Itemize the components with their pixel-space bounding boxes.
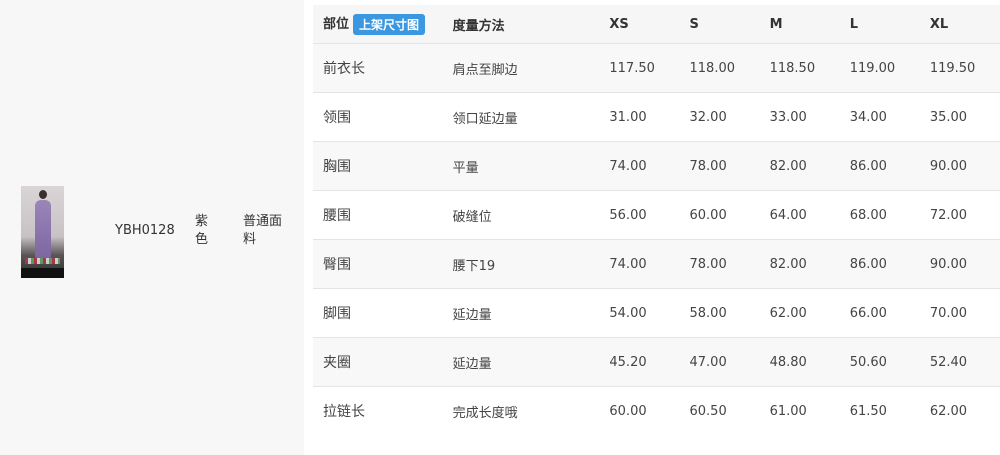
size-value-cell: 52.40: [919, 337, 1000, 387]
method-cell: 腰下19: [442, 239, 600, 289]
size-value-cell: 90.00: [919, 239, 1000, 289]
size-value-cell: 117.50: [599, 43, 680, 93]
size-value-cell: 60.00: [599, 386, 680, 435]
header-size-xl: XL: [919, 5, 1000, 44]
size-value-cell: 74.00: [599, 239, 680, 289]
part-cell: 夹圈: [313, 337, 443, 387]
size-value-cell: 45.20: [599, 337, 680, 387]
size-value-cell: 58.00: [679, 288, 760, 338]
part-cell: 臀围: [313, 239, 443, 289]
model-head: [39, 190, 47, 199]
size-value-cell: 86.00: [839, 239, 920, 289]
size-value-cell: 62.00: [919, 386, 1000, 435]
part-cell: 领围: [313, 92, 443, 142]
table-row: 前衣长 肩点至脚边 117.50 118.00 118.50 119.00 119.50: [313, 43, 1000, 93]
size-value-cell: 47.00: [679, 337, 760, 387]
method-cell: 肩点至脚边: [442, 43, 600, 93]
size-value-cell: 74.00: [599, 141, 680, 191]
size-value-cell: 78.00: [679, 239, 760, 289]
product-code: YBH0128: [115, 223, 175, 238]
size-value-cell: 66.00: [839, 288, 920, 338]
product-info-panel: YBH0128 紫色 普通面料: [0, 0, 304, 455]
method-cell: 破缝位: [442, 190, 600, 240]
size-value-cell: 68.00: [839, 190, 920, 240]
size-value-cell: 60.50: [679, 386, 760, 435]
header-method: 度量方法: [442, 5, 600, 44]
size-value-cell: 33.00: [759, 92, 840, 142]
size-value-cell: 90.00: [919, 141, 1000, 191]
size-value-cell: 50.60: [839, 337, 920, 387]
part-cell: 脚围: [313, 288, 443, 338]
size-value-cell: 48.80: [759, 337, 840, 387]
part-cell: 拉链长: [313, 386, 443, 435]
size-value-cell: 34.00: [839, 92, 920, 142]
thumbnail-bottom-bar: [21, 268, 64, 278]
table-row: 臀围 腰下19 74.00 78.00 82.00 86.00 90.00: [313, 239, 1000, 289]
size-value-cell: 35.00: [919, 92, 1000, 142]
method-cell: 平量: [442, 141, 600, 191]
part-cell: 前衣长: [313, 43, 443, 93]
header-size-xs: XS: [599, 5, 680, 44]
size-value-cell: 54.00: [599, 288, 680, 338]
method-cell: 延边量: [442, 288, 600, 338]
size-value-cell: 72.00: [919, 190, 1000, 240]
header-part: 部位 上架尺寸图: [313, 5, 443, 44]
header-size-m: M: [759, 5, 840, 44]
table-row: 胸围 平量 74.00 78.00 82.00 86.00 90.00: [313, 141, 1000, 191]
size-value-cell: 82.00: [759, 141, 840, 191]
table-row: 拉链长 完成长度哦 60.00 60.50 61.00 61.50 62.00: [313, 386, 1000, 435]
size-value-cell: 70.00: [919, 288, 1000, 338]
size-value-cell: 61.00: [759, 386, 840, 435]
size-value-cell: 118.00: [679, 43, 760, 93]
size-value-cell: 56.00: [599, 190, 680, 240]
product-color: 紫色: [195, 214, 209, 247]
size-chart-header-row: 部位 上架尺寸图 度量方法 XS S M L XL: [313, 5, 1000, 44]
table-row: 脚围 延边量 54.00 58.00 62.00 66.00 70.00: [313, 288, 1000, 338]
product-fabric: 普通面料: [243, 214, 283, 247]
method-cell: 延边量: [442, 337, 600, 387]
table-row: 领围 领口延边量 31.00 32.00 33.00 34.00 35.00: [313, 92, 1000, 142]
method-cell: 领口延边量: [442, 92, 600, 142]
size-value-cell: 78.00: [679, 141, 760, 191]
size-value-cell: 119.00: [839, 43, 920, 93]
thumbnail-decoration: [25, 258, 60, 264]
size-value-cell: 31.00: [599, 92, 680, 142]
method-cell: 完成长度哦: [442, 386, 600, 435]
purple-dress-image: [35, 200, 51, 258]
header-size-s: S: [679, 5, 760, 44]
size-value-cell: 86.00: [839, 141, 920, 191]
table-row: 腰围 破缝位 56.00 60.00 64.00 68.00 72.00: [313, 190, 1000, 240]
size-value-cell: 64.00: [759, 190, 840, 240]
size-value-cell: 32.00: [679, 92, 760, 142]
size-chart-body: 前衣长 肩点至脚边 117.50 118.00 118.50 119.00 119.50 领围…: [313, 43, 1000, 435]
part-cell: 腰围: [313, 190, 443, 240]
header-part-label: 部位: [323, 17, 350, 32]
size-value-cell: 118.50: [759, 43, 840, 93]
listing-size-chart-badge[interactable]: 上架尺寸图: [353, 14, 426, 35]
product-thumbnail[interactable]: [21, 186, 64, 278]
size-chart-table: 部位 上架尺寸图 度量方法 XS S M L XL 前衣长 肩点至脚边 117.50 1…: [313, 5, 1000, 435]
size-value-cell: 119.50: [919, 43, 1000, 93]
part-cell: 胸围: [313, 141, 443, 191]
size-value-cell: 61.50: [839, 386, 920, 435]
table-row: 夹圈 延边量 45.20 47.00 48.80 50.60 52.40: [313, 337, 1000, 387]
size-value-cell: 60.00: [679, 190, 760, 240]
size-value-cell: 62.00: [759, 288, 840, 338]
size-value-cell: 82.00: [759, 239, 840, 289]
header-size-l: L: [839, 5, 920, 44]
